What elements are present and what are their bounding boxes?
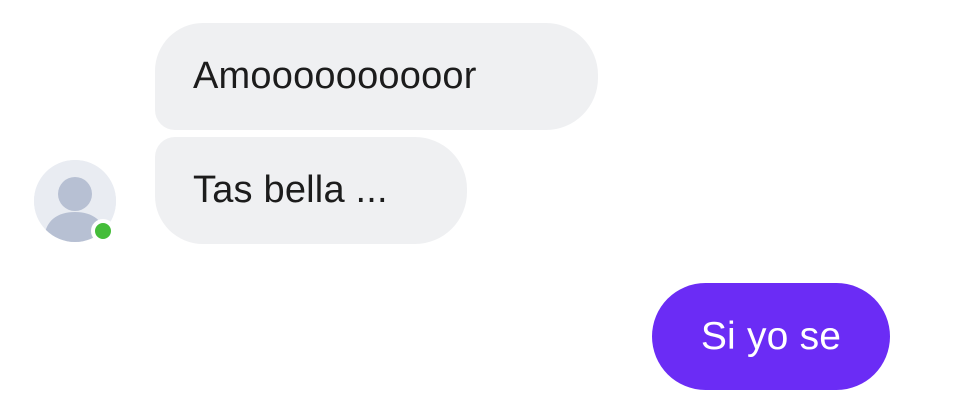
chat-thread: Amoooooooooor Tas bella ... Si yo se bbox=[0, 0, 960, 408]
incoming-message-bubble[interactable]: Amoooooooooor bbox=[155, 23, 598, 130]
message-text: Amoooooooooor bbox=[193, 55, 477, 97]
outgoing-message-bubble[interactable]: Si yo se bbox=[652, 283, 890, 390]
message-text: Si yo se bbox=[700, 314, 842, 358]
message-text: Tas bella ... bbox=[193, 169, 388, 211]
incoming-message-bubble[interactable]: Tas bella ... bbox=[155, 137, 467, 244]
online-status-icon bbox=[91, 219, 115, 243]
